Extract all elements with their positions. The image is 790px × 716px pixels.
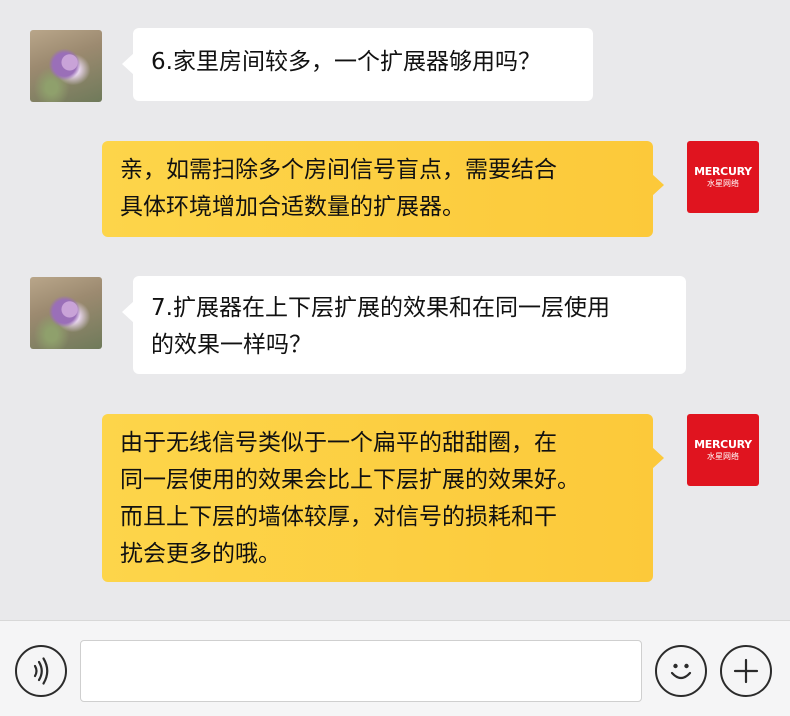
message-text: 亲，如需扫除多个房间信号盲点，需要结合 具体环境增加合适数量的扩展器。: [120, 157, 557, 220]
message-bubble[interactable]: 由于无线信号类似于一个扁平的甜甜圈，在 同一层使用的效果会比上下层扩展的效果好。…: [102, 414, 664, 582]
message-text: 7.扩展器在上下层扩展的效果和在同一层使用 的效果一样吗？: [151, 295, 610, 358]
message-input[interactable]: [80, 640, 642, 702]
voice-button[interactable]: [15, 645, 67, 697]
brand-avatar[interactable]: MERCURY 水星网络: [687, 414, 759, 486]
brand-logo-text: MERCURY: [694, 437, 752, 451]
message-bubble[interactable]: 6.家里房间较多，一个扩展器够用吗？: [122, 28, 593, 101]
voice-icon: [33, 657, 49, 685]
brand-logo-subtext: 水星网络: [707, 178, 739, 188]
emoji-button[interactable]: [655, 645, 707, 697]
chat-area[interactable]: 6.家里房间较多，一个扩展器够用吗？ MERCURY 水星网络 亲，如需扫除多个…: [0, 0, 790, 620]
input-toolbar: [0, 620, 790, 716]
user-avatar[interactable]: [30, 30, 102, 102]
plus-button[interactable]: [720, 645, 772, 697]
brand-logo-subtext: 水星网络: [707, 451, 739, 461]
plus-icon: [733, 658, 759, 684]
brand-avatar[interactable]: MERCURY 水星网络: [687, 141, 759, 213]
brand-logo-text: MERCURY: [694, 164, 752, 178]
message-bubble[interactable]: 亲，如需扫除多个房间信号盲点，需要结合 具体环境增加合适数量的扩展器。: [102, 141, 664, 237]
user-avatar[interactable]: [30, 277, 102, 349]
emoji-icon: [670, 663, 692, 680]
message-bubble[interactable]: 7.扩展器在上下层扩展的效果和在同一层使用 的效果一样吗？: [122, 276, 686, 374]
message-text: 由于无线信号类似于一个扁平的甜甜圈，在 同一层使用的效果会比上下层扩展的效果好。…: [120, 430, 580, 567]
message-text: 6.家里房间较多，一个扩展器够用吗？: [151, 49, 541, 75]
